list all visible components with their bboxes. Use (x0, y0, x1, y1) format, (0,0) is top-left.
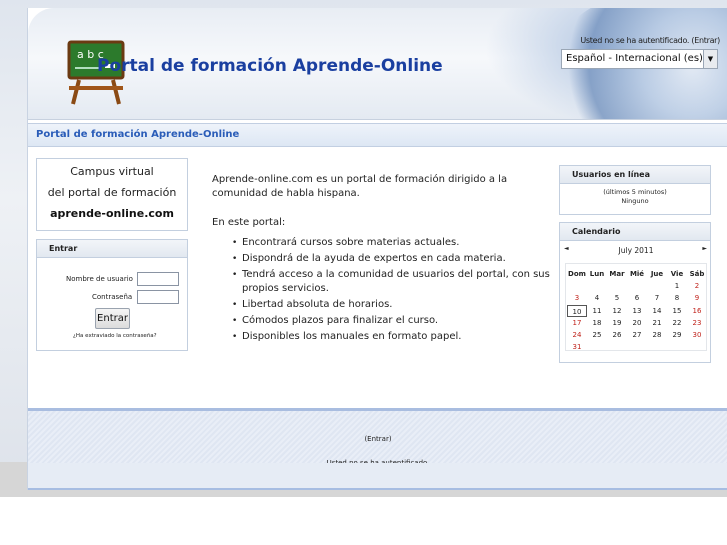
username-label: Nombre de usuario (66, 275, 133, 283)
calendar-day[interactable]: 12 (607, 305, 627, 317)
campus-line-1: Campus virtual (70, 165, 154, 178)
login-button[interactable]: Entrar (95, 308, 130, 329)
calendar-day[interactable]: 30 (687, 329, 707, 341)
calendar-day[interactable]: 31 (567, 341, 587, 353)
footer-login-info: Usted no se ha autentificado. (Entrar) (28, 435, 727, 467)
feature-list: Encontrará cursos sobre materias actuale… (212, 236, 552, 344)
calendar-day-header: Vie (670, 270, 684, 278)
campus-line-2: del portal de formación (47, 186, 177, 199)
list-item: Dispondrá de la ayuda de expertos en cad… (212, 252, 552, 266)
calendar-day[interactable]: 11 (587, 305, 607, 317)
calendar-day[interactable]: 25 (587, 329, 607, 341)
calendar-day[interactable]: 3 (567, 292, 587, 304)
calendar-day[interactable]: 22 (667, 317, 687, 329)
calendar-day[interactable]: 28 (647, 329, 667, 341)
calendar-day-header: Mar (609, 270, 625, 278)
login-info: Usted no se ha autentificado. (Entrar) (580, 36, 720, 45)
calendar-day[interactable]: 18 (587, 317, 607, 329)
main-content: Aprende-online.com es un portal de forma… (212, 173, 552, 346)
navbar: Portal de formación Aprende-Online (28, 123, 727, 147)
calendar-day[interactable]: 21 (647, 317, 667, 329)
login-link[interactable]: (Entrar) (691, 36, 720, 45)
footer-login-link[interactable]: (Entrar) (364, 435, 391, 443)
online-users-title: Usuarios en línea (560, 166, 710, 184)
calendar-day-header: Lun (589, 270, 605, 278)
calendar-day-header: Dom (568, 270, 586, 278)
calendar-block: Calendario ◄ July 2011 ► Dom Lun Mar Mié Jue… (559, 222, 711, 363)
list-item: Libertad absoluta de horarios. (212, 298, 552, 312)
calendar-day[interactable]: 16 (687, 305, 707, 317)
calendar-day[interactable]: 1 (667, 280, 687, 292)
online-users-block: Usuarios en línea (últimos 5 minutos) Ni… (559, 165, 711, 215)
login-status-text: Usted no se ha autentificado. (580, 36, 690, 45)
calendar-day[interactable]: 2 (687, 280, 707, 292)
calendar-grid: Dom Lun Mar Mié Jue Vie Sáb 1 2 3 4 5 6 7 8 9 10 11 12 13 14… (565, 263, 707, 351)
calendar-day[interactable]: 29 (667, 329, 687, 341)
online-users-window: (últimos 5 minutos) (603, 188, 667, 196)
calendar-day[interactable]: 4 (587, 292, 607, 304)
site-title[interactable]: Portal de formación Aprende-Online (97, 56, 443, 76)
list-item: Cómodos plazos para finalizar el curso. (212, 314, 552, 328)
username-field[interactable] (137, 272, 179, 286)
campus-block: Campus virtual del portal de formación a… (36, 158, 188, 231)
calendar-day[interactable]: 8 (667, 292, 687, 304)
calendar-day[interactable]: 24 (567, 329, 587, 341)
chevron-down-icon[interactable]: ▼ (703, 50, 717, 68)
page-shell: a b c Portal de formación Aprende-Online… (27, 8, 727, 490)
calendar-day[interactable]: 23 (687, 317, 707, 329)
login-block-title: Entrar (37, 240, 187, 258)
calendar-day[interactable]: 20 (627, 317, 647, 329)
password-label: Contraseña (92, 293, 133, 301)
calendar-day-header: Sáb (689, 270, 705, 278)
calendar-day[interactable]: 17 (567, 317, 587, 329)
calendar-day[interactable]: 15 (667, 305, 687, 317)
header: a b c Portal de formación Aprende-Online… (28, 8, 727, 120)
next-month-icon[interactable]: ► (702, 245, 707, 252)
calendar-day[interactable]: 5 (607, 292, 627, 304)
calendar-day-header: Mié (629, 270, 645, 278)
calendar-day[interactable]: 19 (607, 317, 627, 329)
login-block: Entrar Nombre de usuario Contraseña Entr… (36, 239, 188, 351)
list-item: Disponibles los manuales en formato pape… (212, 330, 552, 344)
calendar-day[interactable]: 6 (627, 292, 647, 304)
calendar-day[interactable]: 14 (647, 305, 667, 317)
language-selected-value: Español - Internacional (es) (566, 53, 703, 64)
footer: Usted no se ha autentificado. (Entrar) (28, 408, 727, 467)
list-heading: En este portal: (212, 217, 286, 228)
online-users-list: Ninguno (621, 197, 649, 205)
calendar-day[interactable]: 27 (627, 329, 647, 341)
calendar-day[interactable]: 13 (627, 305, 647, 317)
forgot-password-link[interactable]: ¿Ha extraviado la contraseña? (73, 333, 157, 339)
calendar-day-header: Jue (650, 270, 664, 278)
calendar-day[interactable]: 9 (687, 292, 707, 304)
calendar-title: Calendario (560, 223, 710, 241)
list-item: Encontrará cursos sobre materias actuale… (212, 236, 552, 250)
campus-line-3: aprende-online.com (50, 207, 174, 220)
calendar-day[interactable]: 26 (607, 329, 627, 341)
intro-text: Aprende-online.com es un portal de forma… (212, 174, 508, 199)
calendar-month[interactable]: July 2011 (560, 246, 712, 255)
breadcrumb[interactable]: Portal de formación Aprende-Online (36, 129, 239, 140)
calendar-nav: ◄ July 2011 ► (560, 245, 712, 257)
calendar-today[interactable]: 10 (567, 304, 587, 317)
footer-bar (28, 463, 727, 490)
calendar-day[interactable]: 7 (647, 292, 667, 304)
list-item: Tendrá acceso a la comunidad de usuarios… (212, 268, 552, 296)
language-select[interactable]: Español - Internacional (es) ▼ (561, 49, 718, 69)
password-field[interactable] (137, 290, 179, 304)
